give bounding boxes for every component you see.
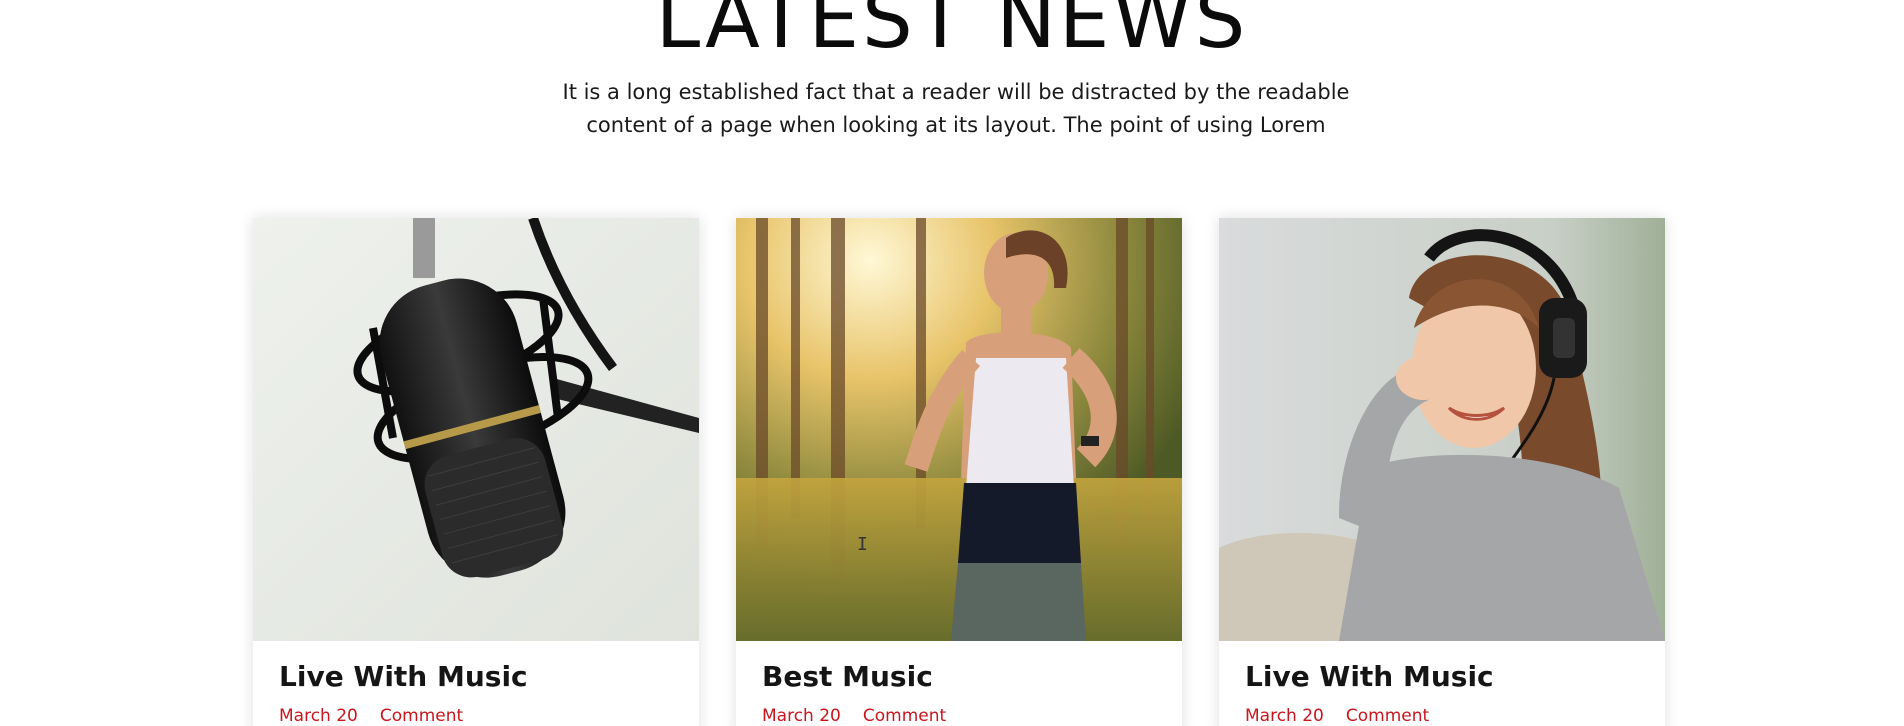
card-comment-link[interactable]: Comment <box>863 706 946 726</box>
latest-news-section: LATEST NEWS It is a long established fac… <box>0 0 1904 726</box>
card-title[interactable]: Best Music <box>762 660 933 693</box>
card-comment-link[interactable]: Comment <box>380 706 463 726</box>
section-title: LATEST NEWS <box>655 0 1249 66</box>
card-comment-link[interactable]: Comment <box>1346 706 1429 726</box>
card-title[interactable]: Live With Music <box>1245 660 1494 693</box>
card-date[interactable]: March 20 <box>279 706 358 726</box>
card-date[interactable]: March 20 <box>762 706 841 726</box>
card-meta: March 20 Comment <box>1245 706 1429 726</box>
news-card-3[interactable]: Live With Music March 20 Comment <box>1219 218 1665 726</box>
card-meta: March 20 Comment <box>762 706 946 726</box>
woman-headphones-image[interactable] <box>1219 218 1665 641</box>
text-cursor-icon: I <box>857 534 868 555</box>
news-card-2[interactable]: Best Music March 20 Comment <box>736 218 1182 726</box>
card-title[interactable]: Live With Music <box>279 660 528 693</box>
section-subtitle: It is a long established fact that a rea… <box>562 80 1350 137</box>
news-card-1[interactable]: Live With Music March 20 Comment <box>253 218 699 726</box>
microphone-image[interactable] <box>253 218 699 641</box>
card-meta: March 20 Comment <box>279 706 463 726</box>
woman-running-image[interactable] <box>736 218 1182 641</box>
card-date[interactable]: March 20 <box>1245 706 1324 726</box>
